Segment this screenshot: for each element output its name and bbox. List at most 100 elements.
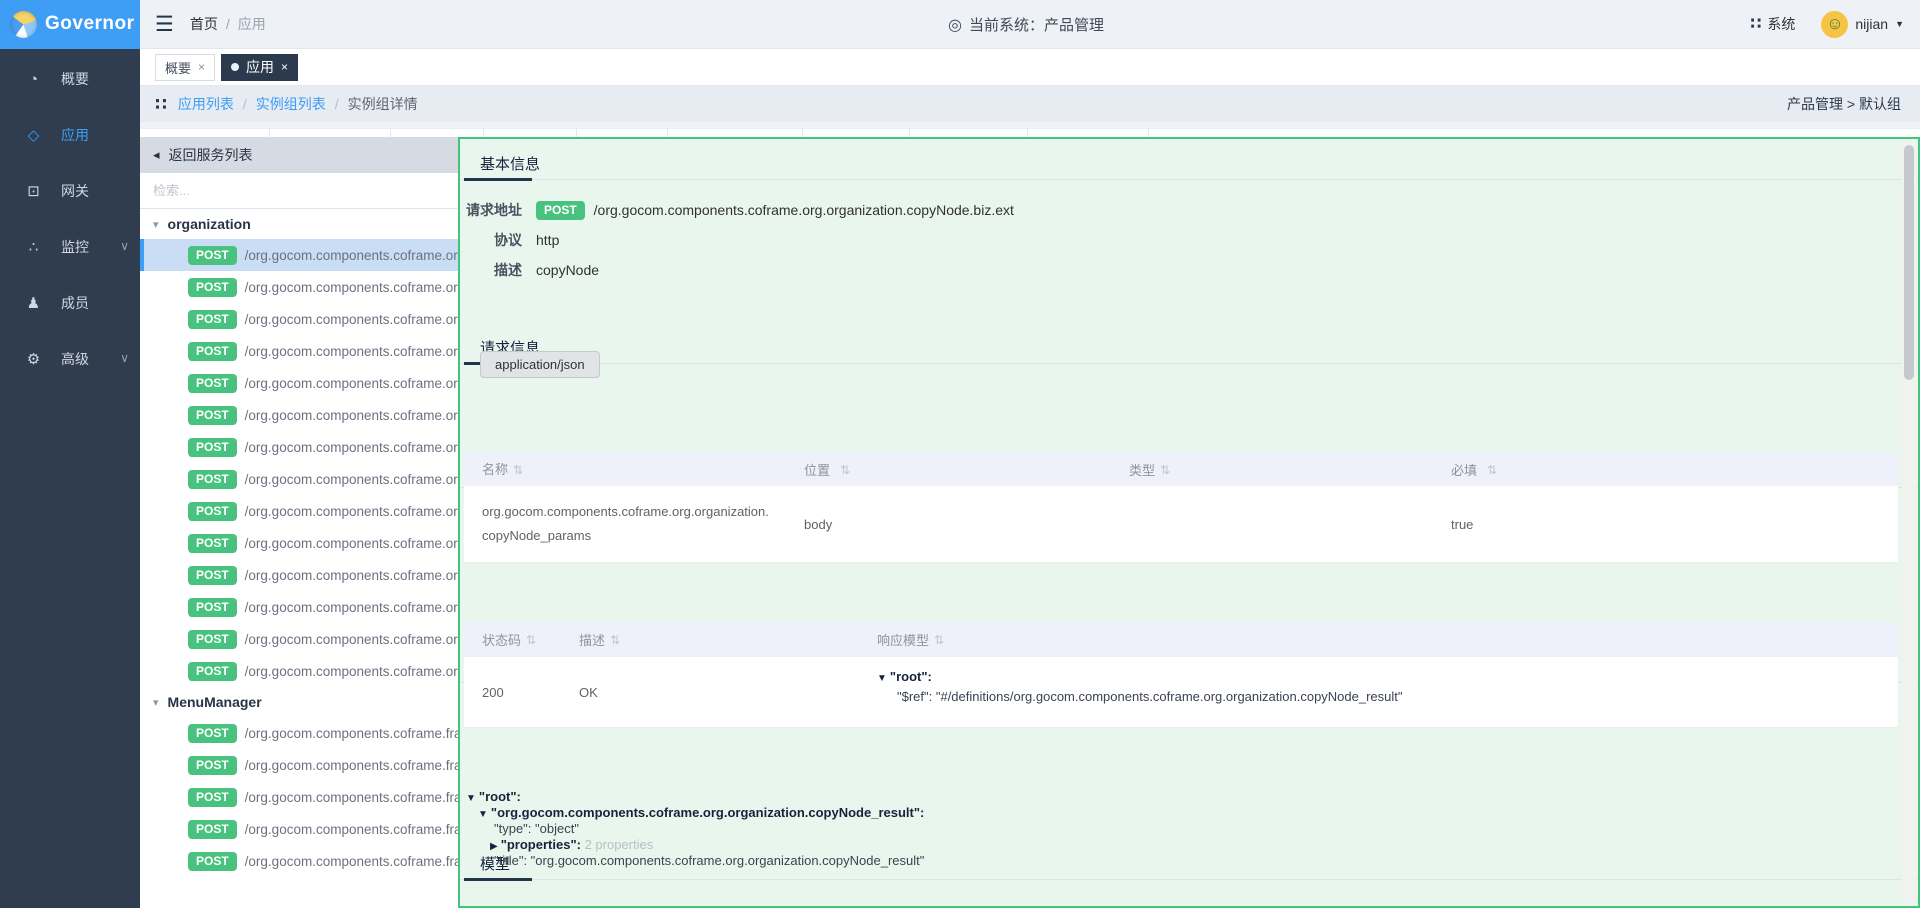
dashboard-icon: ◔	[25, 71, 42, 88]
response-table-header: 状态码 ⇅ 描述 ⇅ 响应模型 ⇅	[464, 622, 1898, 657]
user-menu-button[interactable]: ☺ nijian ▼	[1821, 11, 1904, 38]
sidebar-item-members[interactable]: ♟ 成员	[0, 275, 140, 331]
post-method-badge: POST	[188, 598, 237, 617]
params-table-header: 名称 ⇅ 位置 ⇅ 类型 ⇅ 必填 ⇅	[464, 453, 1898, 486]
caret-down-icon[interactable]: ▼	[877, 673, 887, 684]
sidebar-item-overview[interactable]: ◔ 概要	[0, 51, 140, 107]
post-method-badge: POST	[188, 502, 237, 521]
params-table: 名称 ⇅ 位置 ⇅ 类型 ⇅ 必填 ⇅ org.gocom.components…	[464, 453, 1898, 563]
breadcrumb-separator: /	[335, 96, 339, 112]
post-method-badge: POST	[188, 820, 237, 839]
sidebar-item-label: 应用	[61, 125, 89, 145]
caret-down-icon[interactable]: ▼	[466, 793, 476, 804]
field-value: copyNode	[536, 262, 599, 278]
tree-line-title: "title": "org.gocom.components.coframe.o…	[464, 853, 1898, 869]
detail-panel-scrollbar[interactable]	[1902, 141, 1916, 904]
column-header-required[interactable]: 必填 ⇅	[1433, 453, 1898, 486]
app-cube-icon: ◇	[25, 126, 42, 144]
scrollbar-thumb[interactable]	[1904, 145, 1914, 380]
field-label: 协议	[460, 230, 522, 250]
post-method-badge: POST	[188, 724, 237, 743]
system-menu-button[interactable]: ∷ 系统	[1750, 14, 1795, 34]
field-request-url: 请求地址 POST /org.gocom.components.coframe.…	[460, 195, 1898, 225]
field-description: 描述 copyNode	[460, 255, 1898, 285]
status-code-cell: 200	[464, 657, 561, 727]
sidebar-item-applications[interactable]: ◇ 应用	[0, 107, 140, 163]
column-header-label: 类型	[1129, 460, 1155, 479]
breadcrumb-app[interactable]: 应用	[238, 14, 266, 34]
topbar-breadcrumb: 首页 / 应用	[190, 14, 266, 34]
param-location-cell: body	[786, 500, 1111, 548]
grid-icon: ∷	[155, 96, 167, 113]
sidebar-item-label: 概要	[61, 69, 89, 89]
sort-icon[interactable]: ⇅	[934, 633, 944, 647]
breadcrumb-instance-group-detail: 实例组详情	[348, 94, 418, 114]
json-key: "root":	[479, 789, 521, 804]
sidebar-toggle-hamburger-icon[interactable]: ☰	[155, 14, 174, 35]
sort-icon[interactable]: ⇅	[513, 458, 523, 482]
field-value: http	[536, 232, 559, 248]
post-method-badge: POST	[188, 566, 237, 585]
column-header-label: 位置	[804, 460, 830, 479]
sidebar-item-gateway[interactable]: ⊡ 网关	[0, 163, 140, 219]
sort-icon[interactable]: ⇅	[526, 633, 536, 647]
post-method-badge: POST	[188, 470, 237, 489]
model-root-line: ▼"root":	[877, 669, 1898, 684]
current-system-text: 当前系统：产品管理	[969, 14, 1104, 35]
tree-group-label: organization	[168, 216, 251, 232]
post-method-badge: POST	[188, 630, 237, 649]
sort-icon[interactable]: ⇅	[1487, 463, 1497, 477]
field-value: POST /org.gocom.components.coframe.org.o…	[536, 201, 1014, 220]
tab-overview[interactable]: 概要 ×	[155, 54, 215, 81]
param-type-cell	[1111, 500, 1433, 548]
app-logo[interactable]: Governor	[0, 0, 140, 49]
breadcrumb-instance-group-list[interactable]: 实例组列表	[256, 94, 326, 114]
param-name-cell: org.gocom.components.coframe.org.organiz…	[464, 500, 786, 548]
back-label: 返回服务列表	[169, 145, 253, 165]
sort-icon[interactable]: ⇅	[610, 633, 620, 647]
sort-icon[interactable]: ⇅	[840, 463, 850, 477]
breadcrumb-home[interactable]: 首页	[190, 14, 218, 34]
close-icon[interactable]: ×	[198, 61, 205, 73]
sidebar-item-advanced[interactable]: ⚙ 高级 ∨	[0, 331, 140, 387]
logo-text: Governor	[45, 13, 135, 35]
post-method-badge: POST	[188, 534, 237, 553]
breadcrumb-app-list[interactable]: 应用列表	[178, 94, 234, 114]
column-header-name[interactable]: 名称 ⇅	[464, 453, 786, 486]
model-json-tree: ▼"root": ▼"org.gocom.components.coframe.…	[464, 789, 1898, 869]
sidebar-item-label: 网关	[61, 181, 89, 201]
column-header-description[interactable]: 描述 ⇅	[561, 622, 859, 657]
sidebar-item-monitor[interactable]: ∴ 监控 ∨	[0, 219, 140, 275]
topbar: Governor ☰ 首页 / 应用 ◎ 当前系统：产品管理 ∷ 系统 ☺ ni…	[0, 0, 1920, 49]
post-method-badge: POST	[188, 310, 237, 329]
column-header-response-model[interactable]: 响应模型 ⇅	[859, 622, 1898, 657]
tab-applications[interactable]: 应用 ×	[221, 54, 298, 81]
response-table-row: 200 OK ▼"root": "$ref": "#/definitions/o…	[464, 657, 1898, 728]
caret-down-icon[interactable]: ▼	[478, 809, 488, 820]
chevron-down-icon: ∨	[120, 239, 129, 253]
column-header-location[interactable]: 位置 ⇅	[786, 453, 1111, 486]
post-method-badge: POST	[188, 342, 237, 361]
post-method-badge: POST	[536, 201, 585, 220]
post-method-badge: POST	[188, 406, 237, 425]
tree-line-result: ▼"org.gocom.components.coframe.org.organ…	[464, 805, 1898, 821]
sidebar-item-label: 监控	[61, 237, 89, 257]
sidebar-nav: ◔ 概要 ◇ 应用 ⊡ 网关 ∴ 监控 ∨ ♟ 成员 ⚙ 高级 ∨	[0, 49, 140, 908]
close-icon[interactable]: ×	[281, 61, 288, 73]
post-method-badge: POST	[188, 278, 237, 297]
column-header-type[interactable]: 类型 ⇅	[1111, 453, 1433, 486]
caret-right-icon[interactable]: ▶	[490, 841, 498, 852]
response-model-cell: ▼"root": "$ref": "#/definitions/org.goco…	[859, 657, 1898, 727]
column-header-label: 响应模型	[877, 630, 929, 649]
content-type-chip[interactable]: application/json	[480, 351, 600, 378]
tree-line-properties: ▶"properties": 2 properties	[464, 837, 1898, 853]
model-ref-line: "$ref": "#/definitions/org.gocom.compone…	[877, 689, 1898, 704]
tab-label: 应用	[246, 57, 274, 77]
caret-down-icon: ▾	[153, 696, 159, 709]
field-protocol: 协议 http	[460, 225, 1898, 255]
post-method-badge: POST	[188, 756, 237, 775]
basic-info-fields: 请求地址 POST /org.gocom.components.coframe.…	[460, 195, 1898, 285]
column-header-status-code[interactable]: 状态码 ⇅	[464, 622, 561, 657]
sort-icon[interactable]: ⇅	[1160, 463, 1170, 477]
post-method-badge: POST	[188, 246, 237, 265]
